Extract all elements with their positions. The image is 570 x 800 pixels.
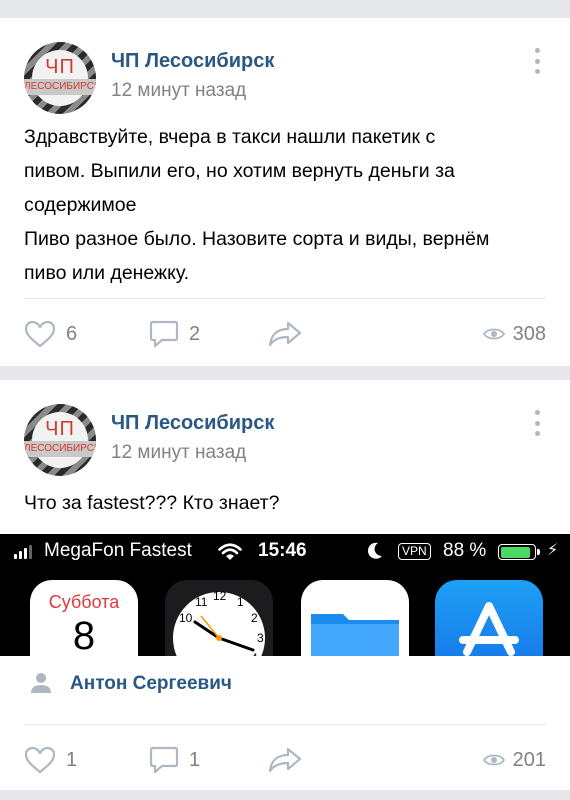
svg-text:2: 2 <box>251 611 258 625</box>
group-avatar[interactable]: ЧП ЛЕСОСИБИРСК <box>24 404 96 476</box>
share-icon <box>268 321 302 347</box>
like-icon <box>24 320 56 348</box>
views-count: 308 <box>512 322 546 345</box>
share-icon <box>268 747 302 773</box>
like-count: 6 <box>66 322 78 345</box>
more-icon[interactable] <box>534 48 540 74</box>
calendar-app-icon: Суббота 8 <box>30 580 138 656</box>
like-count: 1 <box>66 748 78 771</box>
battery-icon <box>498 544 536 560</box>
status-time: 15:46 <box>258 540 307 561</box>
divider <box>24 298 546 299</box>
screenshot-attachment[interactable]: MegaFon Fastest 15:46 VPN 88 % ⚡ Суббота… <box>0 534 570 656</box>
views-counter: 308 <box>482 314 546 354</box>
more-icon[interactable] <box>534 410 540 436</box>
wifi-icon <box>218 543 242 560</box>
user-icon <box>31 673 51 693</box>
clock-face: 11 12 1 10 2 3 4 <box>173 589 265 656</box>
app-store-icon <box>435 580 543 656</box>
post-card: ЧП ЛЕСОСИБИРСК ЧП Лесосибирск 12 минут н… <box>0 18 570 366</box>
post-time[interactable]: 12 минут назад <box>111 442 246 464</box>
post-card: ЧП ЛЕСОСИБИРСК ЧП Лесосибирск 12 минут н… <box>0 380 570 790</box>
svg-text:12: 12 <box>213 589 227 603</box>
svg-text:1: 1 <box>237 595 244 609</box>
post-actions: 1 1 201 <box>24 740 546 780</box>
views-icon <box>482 328 505 340</box>
post-actions: 6 2 308 <box>24 314 546 354</box>
post-author[interactable]: ЧП Лесосибирск <box>111 50 274 73</box>
carrier-name: MegaFon Fastest <box>44 540 192 561</box>
comment-icon <box>149 320 179 348</box>
phone-status-bar: MegaFon Fastest 15:46 VPN 88 % ⚡ <box>0 534 570 570</box>
signal-icon <box>14 545 32 559</box>
comment-button[interactable]: 1 <box>149 740 200 780</box>
charging-icon: ⚡ <box>547 542 559 559</box>
vpn-badge: VPN <box>398 543 431 560</box>
views-icon <box>482 754 505 766</box>
like-button[interactable]: 6 <box>24 314 77 354</box>
post-time[interactable]: 12 минут назад <box>111 80 246 102</box>
svg-text:11: 11 <box>195 595 208 609</box>
views-counter: 201 <box>482 740 546 780</box>
moon-icon <box>367 542 382 559</box>
signed-by-author[interactable]: Антон Сергеевич <box>70 673 232 695</box>
group-avatar[interactable]: ЧП ЛЕСОСИБИРСК <box>24 42 96 114</box>
post-author[interactable]: ЧП Лесосибирск <box>111 412 274 435</box>
post-text: Что за fastest??? Кто знает? <box>24 492 280 514</box>
svg-text:4: 4 <box>251 651 258 656</box>
like-icon <box>24 746 56 774</box>
share-button[interactable] <box>268 314 302 354</box>
divider <box>24 724 546 725</box>
like-button[interactable]: 1 <box>24 740 77 780</box>
views-count: 201 <box>512 748 546 771</box>
battery-percent: 88 % <box>443 540 487 561</box>
svg-text:3: 3 <box>257 631 264 645</box>
post-text: Здравствуйте, вчера в такси нашли пакети… <box>24 126 490 284</box>
files-app-icon <box>301 580 409 656</box>
comment-icon <box>149 746 179 774</box>
comment-button[interactable]: 2 <box>149 314 200 354</box>
clock-app-icon: 11 12 1 10 2 3 4 <box>165 580 273 656</box>
comment-count: 2 <box>189 322 201 345</box>
comment-count: 1 <box>189 748 201 771</box>
svg-text:10: 10 <box>179 611 193 625</box>
share-button[interactable] <box>268 740 302 780</box>
